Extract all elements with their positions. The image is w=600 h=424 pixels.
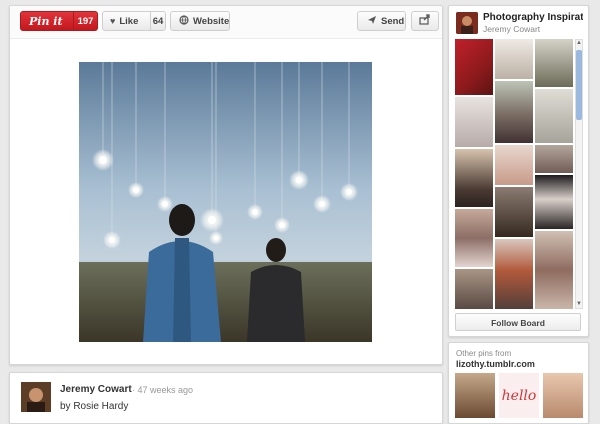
pin-card: Pin it 197 ♥ Like 64 Website Send xyxy=(9,5,443,365)
follow-board-button[interactable]: Follow Board xyxy=(455,313,581,331)
author-name[interactable]: Jeremy Cowart xyxy=(60,384,132,395)
like-label: Like xyxy=(119,15,139,27)
like-label-wrap: ♥ Like xyxy=(103,16,150,27)
pin-count: 197 xyxy=(73,12,97,30)
pin-image[interactable] xyxy=(79,62,372,342)
globe-icon xyxy=(179,15,189,27)
board-thumb[interactable] xyxy=(495,81,533,143)
pin-it-label: Pin it xyxy=(29,14,63,28)
heart-icon: ♥ xyxy=(110,16,116,26)
board-thumb[interactable] xyxy=(495,145,533,185)
board-thumb[interactable] xyxy=(455,97,493,147)
other-pins-thumbnails: hello xyxy=(455,373,583,418)
pin-timestamp: · 47 weeks ago xyxy=(132,385,194,395)
share-arrow-icon xyxy=(419,14,431,28)
board-scrollbar[interactable]: ▲ ▼ xyxy=(575,39,583,309)
board-thumb[interactable] xyxy=(535,175,573,229)
other-pin-thumb[interactable] xyxy=(455,373,495,418)
board-owner[interactable]: Jeremy Cowart xyxy=(483,24,540,34)
paper-plane-icon xyxy=(367,15,377,27)
pin-toolbar: Pin it 197 ♥ Like 64 Website Send xyxy=(10,6,442,39)
share-button[interactable] xyxy=(411,11,439,31)
like-count: 64 xyxy=(150,12,165,30)
board-thumb[interactable] xyxy=(535,39,573,87)
website-label: Website xyxy=(193,15,230,27)
website-button[interactable]: Website xyxy=(170,11,230,31)
other-pins-label: Other pins from xyxy=(456,349,512,358)
scroll-down-arrow-icon[interactable]: ▼ xyxy=(576,300,582,308)
board-thumb[interactable] xyxy=(535,231,573,309)
hello-text: hello xyxy=(501,387,537,404)
board-thumb[interactable] xyxy=(535,89,573,143)
send-label: Send xyxy=(381,15,405,27)
board-thumb[interactable] xyxy=(455,149,493,207)
other-pin-thumb[interactable] xyxy=(543,373,583,418)
board-thumb[interactable] xyxy=(455,269,493,309)
other-pin-thumb[interactable]: hello xyxy=(499,373,539,418)
board-thumb[interactable] xyxy=(495,187,533,237)
board-thumb[interactable] xyxy=(495,39,533,79)
board-title[interactable]: Photography Inspirati... xyxy=(483,12,583,23)
other-pins-card: Other pins from lizothy.tumblr.com hello xyxy=(448,342,589,424)
board-avatar[interactable] xyxy=(456,12,478,34)
author-avatar[interactable] xyxy=(21,382,51,412)
pin-photo xyxy=(79,62,372,342)
pin-description-card: Jeremy Cowart · 47 weeks ago by Rosie Ha… xyxy=(9,372,443,424)
board-thumb[interactable] xyxy=(455,209,493,267)
board-thumb[interactable] xyxy=(455,39,493,95)
board-thumbnail-grid xyxy=(455,39,574,309)
scrollbar-thumb[interactable] xyxy=(576,50,582,120)
board-card: Photography Inspirati... Jeremy Cowart ▲… xyxy=(448,5,589,337)
board-thumb[interactable] xyxy=(495,239,533,309)
send-button[interactable]: Send xyxy=(357,11,406,31)
pin-description: by Rosie Hardy xyxy=(60,401,129,412)
like-button[interactable]: ♥ Like 64 xyxy=(102,11,166,31)
other-pins-source[interactable]: lizothy.tumblr.com xyxy=(456,359,535,369)
board-thumb[interactable] xyxy=(535,145,573,173)
scroll-up-arrow-icon[interactable]: ▲ xyxy=(576,39,582,47)
pin-it-button[interactable]: Pin it 197 xyxy=(20,11,98,31)
